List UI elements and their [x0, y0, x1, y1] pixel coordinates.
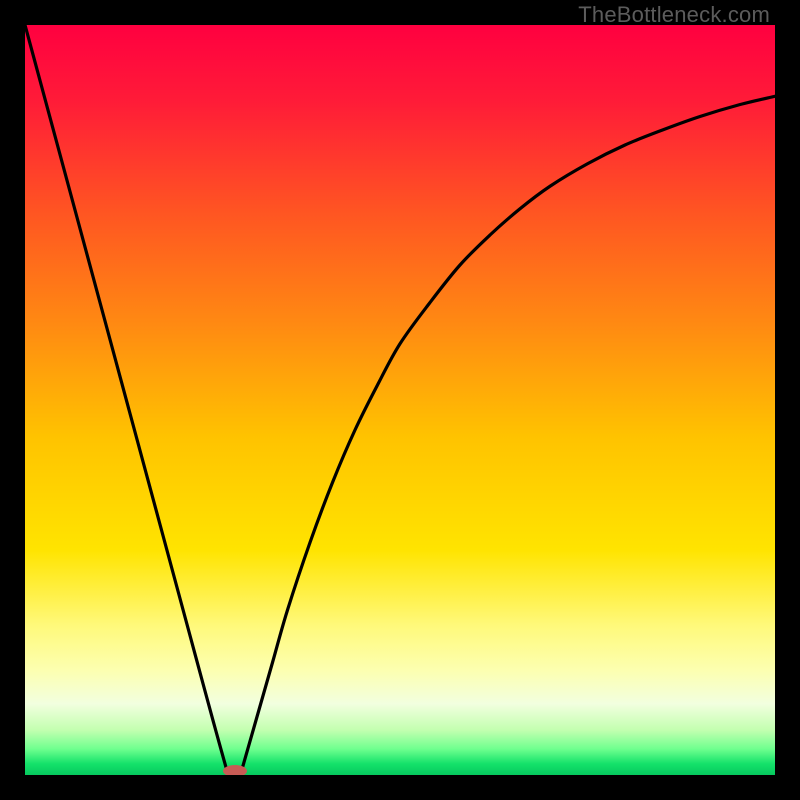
bottleneck-chart	[25, 25, 775, 775]
chart-frame	[25, 25, 775, 775]
chart-background	[25, 25, 775, 775]
